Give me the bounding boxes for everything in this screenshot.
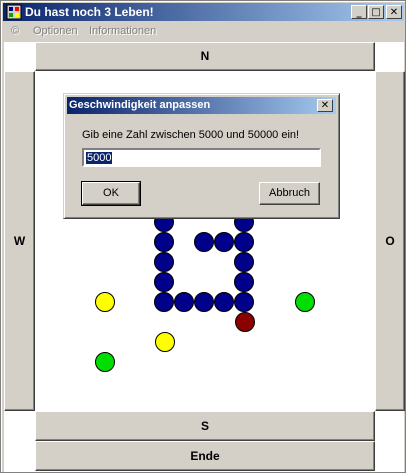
menu-informationen[interactable]: Informationen: [89, 25, 156, 37]
snake-segment: [194, 292, 214, 312]
snake-segment: [174, 292, 194, 312]
dialog-title-bar: Geschwindigkeit anpassen ✕: [67, 97, 336, 114]
speed-dialog: Geschwindigkeit anpassen ✕ Gib eine Zahl…: [63, 93, 340, 219]
title-bar: Du hast noch 3 Leben! _ □ ✕: [3, 3, 404, 21]
snake-segment: [154, 272, 174, 292]
dialog-prompt: Gib eine Zahl zwischen 5000 und 50000 ei…: [82, 129, 300, 141]
snake-segment: [154, 252, 174, 272]
north-button[interactable]: N: [35, 42, 375, 71]
maximize-button[interactable]: □: [368, 5, 384, 19]
snake-segment: [154, 232, 174, 252]
end-button[interactable]: Ende: [35, 441, 375, 471]
ok-button[interactable]: OK: [81, 181, 141, 206]
snake-segment: [154, 292, 174, 312]
yellow-item: [95, 292, 115, 312]
dialog-close-button[interactable]: ✕: [317, 99, 333, 112]
snake-segment: [234, 232, 254, 252]
snake-segment: [234, 292, 254, 312]
snake-segment: [234, 252, 254, 272]
menu-copyright[interactable]: ©: [11, 25, 19, 37]
snake-segment: [194, 232, 214, 252]
menu-optionen[interactable]: Optionen: [33, 25, 78, 37]
yellow-item: [155, 332, 175, 352]
green-item: [295, 292, 315, 312]
snake-segment: [214, 232, 234, 252]
speed-input[interactable]: 5000: [82, 148, 321, 167]
dialog-title: Geschwindigkeit anpassen: [69, 99, 211, 111]
cancel-button[interactable]: Abbruch: [259, 182, 320, 205]
snake-segment: [214, 292, 234, 312]
game-window: Du hast noch 3 Leben! _ □ ✕ © Optionen I…: [0, 0, 406, 473]
green-item: [95, 352, 115, 372]
snake-segment: [234, 272, 254, 292]
app-icon: [6, 4, 22, 20]
east-button[interactable]: O: [375, 71, 405, 411]
minimize-button[interactable]: _: [351, 5, 367, 19]
south-button[interactable]: S: [35, 411, 375, 441]
speed-input-value: 5000: [86, 152, 113, 164]
red-item: [235, 312, 255, 332]
close-button[interactable]: ✕: [386, 5, 402, 19]
window-title: Du hast noch 3 Leben!: [25, 5, 154, 19]
menu-bar: © Optionen Informationen: [3, 22, 404, 40]
west-button[interactable]: W: [4, 71, 35, 411]
